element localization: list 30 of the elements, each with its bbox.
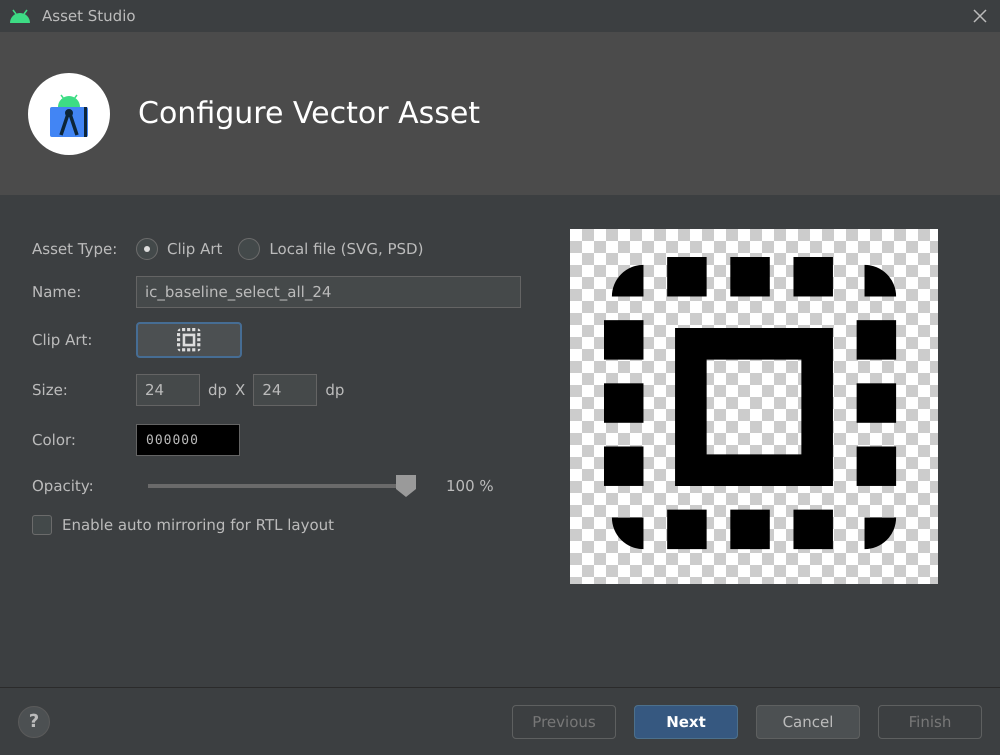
dialog-button[interactable]: Next xyxy=(634,704,738,738)
field-label: Name: xyxy=(32,283,82,301)
radio-option[interactable]: Clip Art xyxy=(136,238,222,260)
color-field[interactable]: 000000 xyxy=(136,424,240,456)
opacity-value: 100 % xyxy=(446,477,494,495)
android-icon xyxy=(8,9,32,23)
unit-label: dp xyxy=(208,381,228,399)
checkbox[interactable] xyxy=(32,515,52,535)
size-separator: X xyxy=(235,381,246,399)
select-all-icon xyxy=(177,328,201,352)
close-icon[interactable] xyxy=(972,8,988,24)
radio-circle[interactable] xyxy=(136,238,158,260)
help-button[interactable]: ? xyxy=(18,706,50,738)
page-title: Configure Vector Asset xyxy=(138,96,480,131)
field-label: Clip Art: xyxy=(32,331,94,349)
name-input[interactable]: ic_baseline_select_all_24 xyxy=(136,276,521,308)
field-label: Color: xyxy=(32,431,77,449)
field-label: Opacity: xyxy=(32,477,95,495)
window-title: Asset Studio xyxy=(42,7,137,25)
clip-art-button[interactable] xyxy=(136,322,242,358)
radio-option[interactable]: Local file (SVG, PSD) xyxy=(238,238,424,260)
checkbox-label: Enable auto mirroring for RTL layout xyxy=(62,516,334,534)
radio-circle[interactable] xyxy=(238,238,260,260)
unit-label: dp xyxy=(325,381,344,399)
slider-thumb[interactable] xyxy=(395,474,417,498)
field-label: Asset Type: xyxy=(32,240,118,258)
width-input[interactable]: 24 xyxy=(136,374,200,406)
field-label: Size: xyxy=(32,381,69,399)
height-input[interactable]: 24 xyxy=(253,374,318,406)
dialog-button[interactable]: Cancel xyxy=(756,704,860,738)
